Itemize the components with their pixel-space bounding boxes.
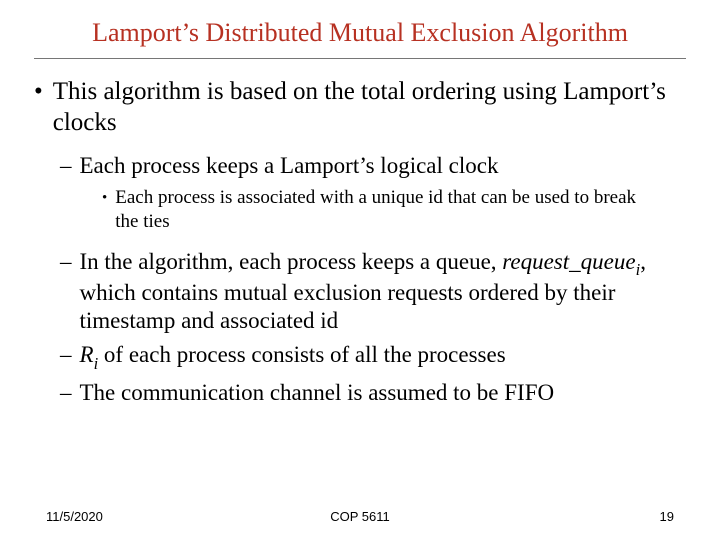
dash-icon: – <box>60 341 72 373</box>
sub-sub-bullet-1-text: Each process is associated with a unique… <box>115 186 660 234</box>
sub-bullet-4: – The communication channel is assumed t… <box>60 379 690 407</box>
sub-bullet-4-text: The communication channel is assumed to … <box>80 379 555 407</box>
dash-icon: – <box>60 379 72 407</box>
sub3-subscript: i <box>94 354 99 373</box>
title-divider <box>34 58 686 59</box>
sub-bullet-2: – In the algorithm, each process keeps a… <box>60 248 690 336</box>
sub2-var: request_queue <box>502 249 635 274</box>
footer-date: 11/5/2020 <box>46 509 103 524</box>
sub-sub-bullet-1: • Each process is associated with a uniq… <box>102 186 660 234</box>
dash-icon: – <box>60 152 72 180</box>
sub-bullet-1: – Each process keeps a Lamport’s logical… <box>60 152 690 180</box>
slide-footer: 11/5/2020 COP 5611 19 <box>0 509 720 524</box>
bullet-main: • This algorithm is based on the total o… <box>30 77 690 138</box>
slide-content: Lamport’s Distributed Mutual Exclusion A… <box>0 0 720 407</box>
bullet-dot-icon: • <box>34 77 43 138</box>
sub-bullet-3: – Ri of each process consists of all the… <box>60 341 690 373</box>
sub-bullet-2-text: In the algorithm, each process keeps a q… <box>80 248 691 336</box>
sub3-var: R <box>80 342 94 367</box>
bullet-dot-icon: • <box>102 186 107 234</box>
bullet-main-text: This algorithm is based on the total ord… <box>53 77 690 138</box>
sub-bullet-3-text: Ri of each process consists of all the p… <box>80 341 506 373</box>
footer-page-number: 19 <box>660 509 674 524</box>
sub-bullet-1-text: Each process keeps a Lamport’s logical c… <box>80 152 499 180</box>
slide-title: Lamport’s Distributed Mutual Exclusion A… <box>50 18 670 48</box>
sub2-subscript: i <box>636 260 641 279</box>
dash-icon: – <box>60 248 72 336</box>
sub3-suffix: of each process consists of all the proc… <box>98 342 506 367</box>
footer-course: COP 5611 <box>330 509 390 524</box>
sub2-prefix: In the algorithm, each process keeps a q… <box>80 249 503 274</box>
